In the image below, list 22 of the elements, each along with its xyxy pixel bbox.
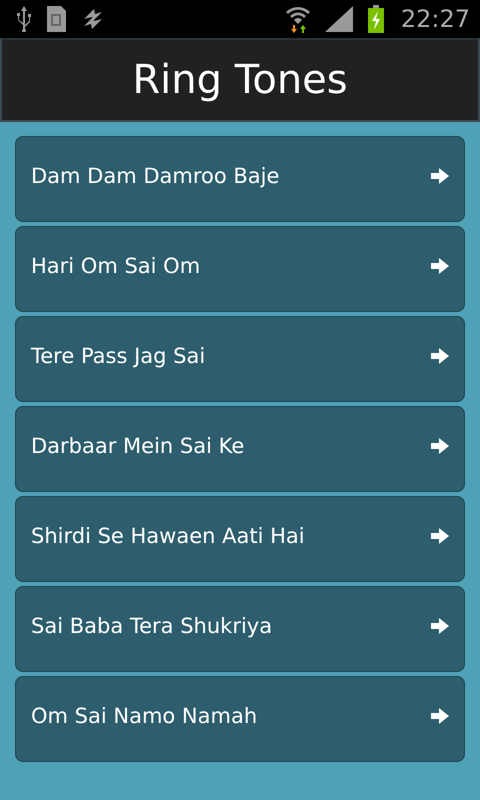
usb-icon: [16, 6, 32, 32]
signal-icon: [324, 6, 353, 32]
wifi-icon: [284, 5, 311, 33]
ringtone-item[interactable]: Dam Dam Damroo Baje: [15, 136, 465, 222]
battery-charging-icon: [366, 5, 385, 33]
ringtone-item[interactable]: Hari Om Sai Om: [15, 226, 465, 312]
ringtone-item[interactable]: Shirdi Se Hawaen Aati Hai: [15, 496, 465, 582]
clock-time: 22:27: [400, 5, 470, 33]
sim-card-icon: [46, 5, 68, 33]
arrow-icon: [430, 527, 450, 545]
arrow-icon: [430, 167, 450, 185]
ringtone-item[interactable]: Tere Pass Jag Sai: [15, 316, 465, 402]
sync-icon: [82, 7, 104, 31]
screen-title: Ring Tones: [132, 57, 348, 103]
ringtone-item[interactable]: Darbaar Mein Sai Ke: [15, 406, 465, 492]
arrow-icon: [430, 617, 450, 635]
arrow-icon: [430, 437, 450, 455]
ringtone-item[interactable]: Om Sai Namo Namah: [15, 676, 465, 762]
arrow-icon: [430, 257, 450, 275]
arrow-icon: [430, 347, 450, 365]
arrow-icon: [430, 707, 450, 725]
ringtone-item[interactable]: Sai Baba Tera Shukriya: [15, 586, 465, 672]
